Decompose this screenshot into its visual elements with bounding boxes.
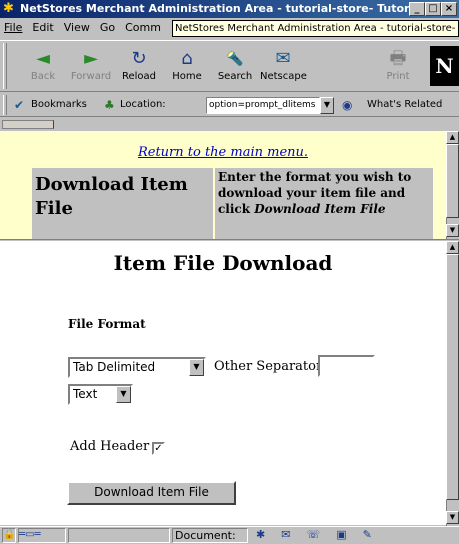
menu-go[interactable]: Go <box>100 21 115 34</box>
reload-button[interactable]: ↻ Reload <box>116 47 162 89</box>
format-select[interactable]: Tab Delimited ▼ <box>68 357 206 378</box>
navigator-icon[interactable]: ✱ <box>256 528 281 541</box>
menu-file[interactable]: File <box>4 21 22 34</box>
download-item-file-button[interactable]: Download Item File <box>67 481 236 505</box>
other-separator-input[interactable] <box>318 355 375 377</box>
whats-related-icon: ◉ <box>342 98 353 112</box>
menu-view[interactable]: View <box>64 21 90 34</box>
progress-bar <box>68 528 170 543</box>
reload-icon: ↻ <box>131 48 147 69</box>
forward-button[interactable]: ► Forward <box>68 47 114 89</box>
collapsed-toolbar-strip <box>0 118 459 130</box>
search-button-label: Search <box>217 71 253 82</box>
navigation-toolbar: ◄ Back ► Forward ↻ Reload ⌂ Home 🔦 Searc… <box>0 40 459 92</box>
file-format-label: File Format <box>68 317 146 331</box>
discussions-icon[interactable]: ☏ <box>306 528 336 541</box>
location-dropdown-arrow-icon[interactable]: ▼ <box>320 97 334 114</box>
return-main-menu-link[interactable]: Return to the main menu. <box>0 145 446 160</box>
top-frame-scroll-thumb[interactable] <box>446 144 459 218</box>
location-label: Location: <box>120 99 166 110</box>
window-title: NetStores Merchant Administration Area -… <box>20 2 426 15</box>
instructions-emphasis: Download Item File <box>254 202 386 216</box>
window-title-bar[interactable]: ✱ NetStores Merchant Administration Area … <box>0 0 459 18</box>
netscape-icon: ✉ <box>275 48 291 69</box>
forward-arrow-icon: ► <box>84 48 98 69</box>
location-url-field[interactable]: option=prompt_dlitems <box>206 97 320 114</box>
scroll-up-arrow-icon[interactable]: ▲ <box>446 131 459 144</box>
check-icon: ✓ <box>154 443 163 454</box>
top-frame: Return to the main menu. Download Item F… <box>0 131 446 239</box>
component-bar: ✱✉☏▣✎ <box>250 528 459 543</box>
edit-icon[interactable]: ✎ <box>363 528 388 541</box>
file-type-select-value: Text <box>73 387 98 401</box>
print-button-label: Print <box>386 71 410 82</box>
toolbar-grip[interactable] <box>3 43 7 89</box>
home-button-label: Home <box>172 71 202 82</box>
maximize-button[interactable]: □ <box>425 2 441 16</box>
search-button[interactable]: 🔦 Search <box>212 47 258 89</box>
back-button[interactable]: ◄ Back <box>20 47 66 89</box>
reload-button-label: Reload <box>121 71 157 82</box>
security-lock-icon[interactable]: 🔒 <box>2 528 16 543</box>
mail-icon[interactable]: ✉ <box>281 528 306 541</box>
scroll-up-arrow-icon[interactable]: ▲ <box>446 241 459 254</box>
chevron-down-icon[interactable]: ▼ <box>189 359 204 376</box>
scroll-down-arrow-icon[interactable]: ▼ <box>446 224 459 237</box>
minimize-button[interactable]: _ <box>409 2 425 16</box>
netscape-app-icon: ✱ <box>3 1 14 16</box>
collapsed-toolbar-tab[interactable] <box>2 120 54 129</box>
whats-related-button[interactable]: What's Related <box>367 93 442 117</box>
back-arrow-icon: ◄ <box>36 48 50 69</box>
item-file-download-heading: Item File Download <box>113 251 333 275</box>
download-item-file-title: Download Item File <box>32 168 213 239</box>
print-button[interactable]: 🖶 Print <box>376 47 420 89</box>
add-header-label: Add Header <box>70 439 150 454</box>
page-proxy-icon[interactable]: ♣ <box>104 93 115 117</box>
netscape-button-label: Netscape <box>260 71 307 82</box>
home-button[interactable]: ⌂ Home <box>164 47 210 89</box>
scroll-down-arrow-icon[interactable]: ▼ <box>446 511 459 524</box>
title-tooltip: NetStores Merchant Administration Area -… <box>172 20 459 37</box>
search-icon: 🔦 <box>226 51 244 67</box>
home-icon: ⌂ <box>181 48 193 69</box>
chevron-down-icon[interactable]: ▼ <box>116 386 131 403</box>
format-select-value: Tab Delimited <box>73 360 156 374</box>
close-button[interactable]: × <box>441 2 457 16</box>
forward-button-label: Forward <box>70 71 112 82</box>
other-separator-label: Other Separator <box>214 359 323 374</box>
add-header-checkbox[interactable]: ✓ <box>152 442 165 455</box>
menu-communicator[interactable]: Comm <box>125 21 161 34</box>
status-text: Document: Done <box>172 528 248 543</box>
netscape-logo[interactable]: N <box>430 46 459 86</box>
location-toolbar-grip[interactable] <box>3 95 7 115</box>
menu-edit[interactable]: Edit <box>32 21 53 34</box>
top-frame-scrollbar[interactable]: ▲ ▼ <box>446 131 459 239</box>
composer-icon[interactable]: ▣ <box>336 528 362 541</box>
netscape-button[interactable]: ✉ Netscape <box>260 47 307 89</box>
print-icon: 🖶 <box>389 48 407 69</box>
download-instructions: Enter the format you wish to download yo… <box>215 168 433 239</box>
file-type-select[interactable]: Text ▼ <box>68 384 133 405</box>
back-button-label: Back <box>30 71 56 82</box>
bookmarks-icon: ✔ <box>14 98 25 112</box>
main-frame: Item File Download File Format Tab Delim… <box>0 241 446 525</box>
online-status-icon[interactable]: ═▭═ <box>18 528 66 543</box>
main-frame-scrollbar[interactable]: ▲ ▼ <box>446 241 459 526</box>
bookmarks-button[interactable]: Bookmarks <box>31 93 87 117</box>
main-frame-scroll-thumb[interactable] <box>446 254 459 500</box>
